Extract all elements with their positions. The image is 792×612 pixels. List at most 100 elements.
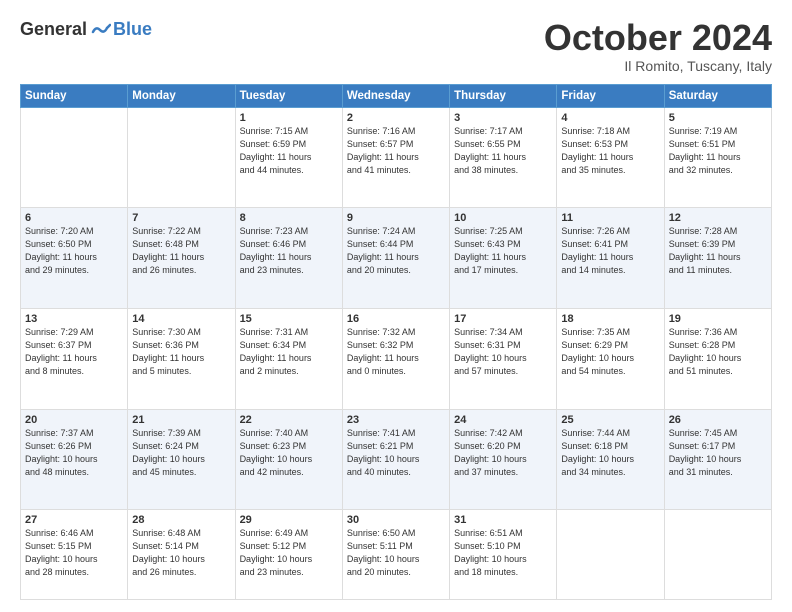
day-info: Sunrise: 7:23 AMSunset: 6:46 PMDaylight:… (240, 225, 338, 277)
calendar-cell: 29Sunrise: 6:49 AMSunset: 5:12 PMDayligh… (235, 510, 342, 600)
calendar-cell: 19Sunrise: 7:36 AMSunset: 6:28 PMDayligh… (664, 308, 771, 409)
calendar-cell: 5Sunrise: 7:19 AMSunset: 6:51 PMDaylight… (664, 107, 771, 208)
logo-wave-icon (89, 18, 111, 40)
title-block: October 2024 Il Romito, Tuscany, Italy (544, 18, 772, 74)
calendar-cell (21, 107, 128, 208)
calendar-cell: 14Sunrise: 7:30 AMSunset: 6:36 PMDayligh… (128, 308, 235, 409)
day-info: Sunrise: 6:51 AMSunset: 5:10 PMDaylight:… (454, 527, 552, 579)
day-info: Sunrise: 7:31 AMSunset: 6:34 PMDaylight:… (240, 326, 338, 378)
weekday-thursday: Thursday (450, 84, 557, 107)
day-info: Sunrise: 6:48 AMSunset: 5:14 PMDaylight:… (132, 527, 230, 579)
day-info: Sunrise: 6:49 AMSunset: 5:12 PMDaylight:… (240, 527, 338, 579)
day-info: Sunrise: 7:17 AMSunset: 6:55 PMDaylight:… (454, 125, 552, 177)
day-number: 26 (669, 414, 767, 426)
calendar-cell: 11Sunrise: 7:26 AMSunset: 6:41 PMDayligh… (557, 208, 664, 309)
header: General Blue October 2024 Il Romito, Tus… (20, 18, 772, 74)
logo-blue: Blue (113, 19, 152, 40)
day-info: Sunrise: 7:34 AMSunset: 6:31 PMDaylight:… (454, 326, 552, 378)
day-number: 7 (132, 212, 230, 224)
calendar-cell: 23Sunrise: 7:41 AMSunset: 6:21 PMDayligh… (342, 409, 449, 510)
calendar-cell: 9Sunrise: 7:24 AMSunset: 6:44 PMDaylight… (342, 208, 449, 309)
calendar-cell: 12Sunrise: 7:28 AMSunset: 6:39 PMDayligh… (664, 208, 771, 309)
calendar-cell: 25Sunrise: 7:44 AMSunset: 6:18 PMDayligh… (557, 409, 664, 510)
day-info: Sunrise: 7:39 AMSunset: 6:24 PMDaylight:… (132, 427, 230, 479)
day-number: 13 (25, 313, 123, 325)
day-number: 27 (25, 514, 123, 526)
calendar-week-row: 20Sunrise: 7:37 AMSunset: 6:26 PMDayligh… (21, 409, 772, 510)
day-number: 16 (347, 313, 445, 325)
location: Il Romito, Tuscany, Italy (544, 58, 772, 74)
calendar-cell: 30Sunrise: 6:50 AMSunset: 5:11 PMDayligh… (342, 510, 449, 600)
day-number: 6 (25, 212, 123, 224)
calendar-week-row: 13Sunrise: 7:29 AMSunset: 6:37 PMDayligh… (21, 308, 772, 409)
day-number: 25 (561, 414, 659, 426)
page: General Blue October 2024 Il Romito, Tus… (0, 0, 792, 612)
day-number: 22 (240, 414, 338, 426)
day-number: 9 (347, 212, 445, 224)
day-number: 4 (561, 112, 659, 124)
calendar-cell: 3Sunrise: 7:17 AMSunset: 6:55 PMDaylight… (450, 107, 557, 208)
weekday-wednesday: Wednesday (342, 84, 449, 107)
calendar-cell (128, 107, 235, 208)
calendar-cell: 24Sunrise: 7:42 AMSunset: 6:20 PMDayligh… (450, 409, 557, 510)
calendar-cell: 7Sunrise: 7:22 AMSunset: 6:48 PMDaylight… (128, 208, 235, 309)
day-info: Sunrise: 7:42 AMSunset: 6:20 PMDaylight:… (454, 427, 552, 479)
calendar-cell: 28Sunrise: 6:48 AMSunset: 5:14 PMDayligh… (128, 510, 235, 600)
day-number: 1 (240, 112, 338, 124)
day-info: Sunrise: 7:25 AMSunset: 6:43 PMDaylight:… (454, 225, 552, 277)
day-info: Sunrise: 7:41 AMSunset: 6:21 PMDaylight:… (347, 427, 445, 479)
calendar-cell: 15Sunrise: 7:31 AMSunset: 6:34 PMDayligh… (235, 308, 342, 409)
day-number: 20 (25, 414, 123, 426)
calendar-cell: 20Sunrise: 7:37 AMSunset: 6:26 PMDayligh… (21, 409, 128, 510)
calendar-body: 1Sunrise: 7:15 AMSunset: 6:59 PMDaylight… (21, 107, 772, 599)
day-number: 17 (454, 313, 552, 325)
day-number: 24 (454, 414, 552, 426)
day-info: Sunrise: 7:36 AMSunset: 6:28 PMDaylight:… (669, 326, 767, 378)
calendar-cell: 26Sunrise: 7:45 AMSunset: 6:17 PMDayligh… (664, 409, 771, 510)
weekday-tuesday: Tuesday (235, 84, 342, 107)
day-info: Sunrise: 7:26 AMSunset: 6:41 PMDaylight:… (561, 225, 659, 277)
day-number: 5 (669, 112, 767, 124)
day-info: Sunrise: 7:24 AMSunset: 6:44 PMDaylight:… (347, 225, 445, 277)
calendar-table: SundayMondayTuesdayWednesdayThursdayFrid… (20, 84, 772, 600)
weekday-friday: Friday (557, 84, 664, 107)
day-number: 18 (561, 313, 659, 325)
day-number: 3 (454, 112, 552, 124)
day-info: Sunrise: 7:16 AMSunset: 6:57 PMDaylight:… (347, 125, 445, 177)
calendar-cell: 6Sunrise: 7:20 AMSunset: 6:50 PMDaylight… (21, 208, 128, 309)
calendar-cell: 4Sunrise: 7:18 AMSunset: 6:53 PMDaylight… (557, 107, 664, 208)
calendar-cell: 10Sunrise: 7:25 AMSunset: 6:43 PMDayligh… (450, 208, 557, 309)
day-number: 8 (240, 212, 338, 224)
day-info: Sunrise: 7:32 AMSunset: 6:32 PMDaylight:… (347, 326, 445, 378)
calendar-cell: 18Sunrise: 7:35 AMSunset: 6:29 PMDayligh… (557, 308, 664, 409)
calendar-week-row: 6Sunrise: 7:20 AMSunset: 6:50 PMDaylight… (21, 208, 772, 309)
weekday-header-row: SundayMondayTuesdayWednesdayThursdayFrid… (21, 84, 772, 107)
day-info: Sunrise: 7:40 AMSunset: 6:23 PMDaylight:… (240, 427, 338, 479)
day-info: Sunrise: 7:22 AMSunset: 6:48 PMDaylight:… (132, 225, 230, 277)
calendar-cell: 13Sunrise: 7:29 AMSunset: 6:37 PMDayligh… (21, 308, 128, 409)
calendar-cell (557, 510, 664, 600)
day-number: 29 (240, 514, 338, 526)
day-info: Sunrise: 7:29 AMSunset: 6:37 PMDaylight:… (25, 326, 123, 378)
day-info: Sunrise: 7:37 AMSunset: 6:26 PMDaylight:… (25, 427, 123, 479)
calendar-week-row: 27Sunrise: 6:46 AMSunset: 5:15 PMDayligh… (21, 510, 772, 600)
day-number: 11 (561, 212, 659, 224)
day-number: 14 (132, 313, 230, 325)
month-title: October 2024 (544, 18, 772, 58)
day-info: Sunrise: 7:30 AMSunset: 6:36 PMDaylight:… (132, 326, 230, 378)
day-info: Sunrise: 7:18 AMSunset: 6:53 PMDaylight:… (561, 125, 659, 177)
calendar-cell: 2Sunrise: 7:16 AMSunset: 6:57 PMDaylight… (342, 107, 449, 208)
day-number: 2 (347, 112, 445, 124)
logo: General Blue (20, 18, 152, 40)
logo-text: General Blue (20, 18, 152, 40)
day-info: Sunrise: 7:44 AMSunset: 6:18 PMDaylight:… (561, 427, 659, 479)
day-info: Sunrise: 7:45 AMSunset: 6:17 PMDaylight:… (669, 427, 767, 479)
day-number: 21 (132, 414, 230, 426)
weekday-saturday: Saturday (664, 84, 771, 107)
day-number: 10 (454, 212, 552, 224)
day-info: Sunrise: 7:20 AMSunset: 6:50 PMDaylight:… (25, 225, 123, 277)
day-number: 19 (669, 313, 767, 325)
day-info: Sunrise: 7:15 AMSunset: 6:59 PMDaylight:… (240, 125, 338, 177)
day-info: Sunrise: 7:35 AMSunset: 6:29 PMDaylight:… (561, 326, 659, 378)
weekday-sunday: Sunday (21, 84, 128, 107)
